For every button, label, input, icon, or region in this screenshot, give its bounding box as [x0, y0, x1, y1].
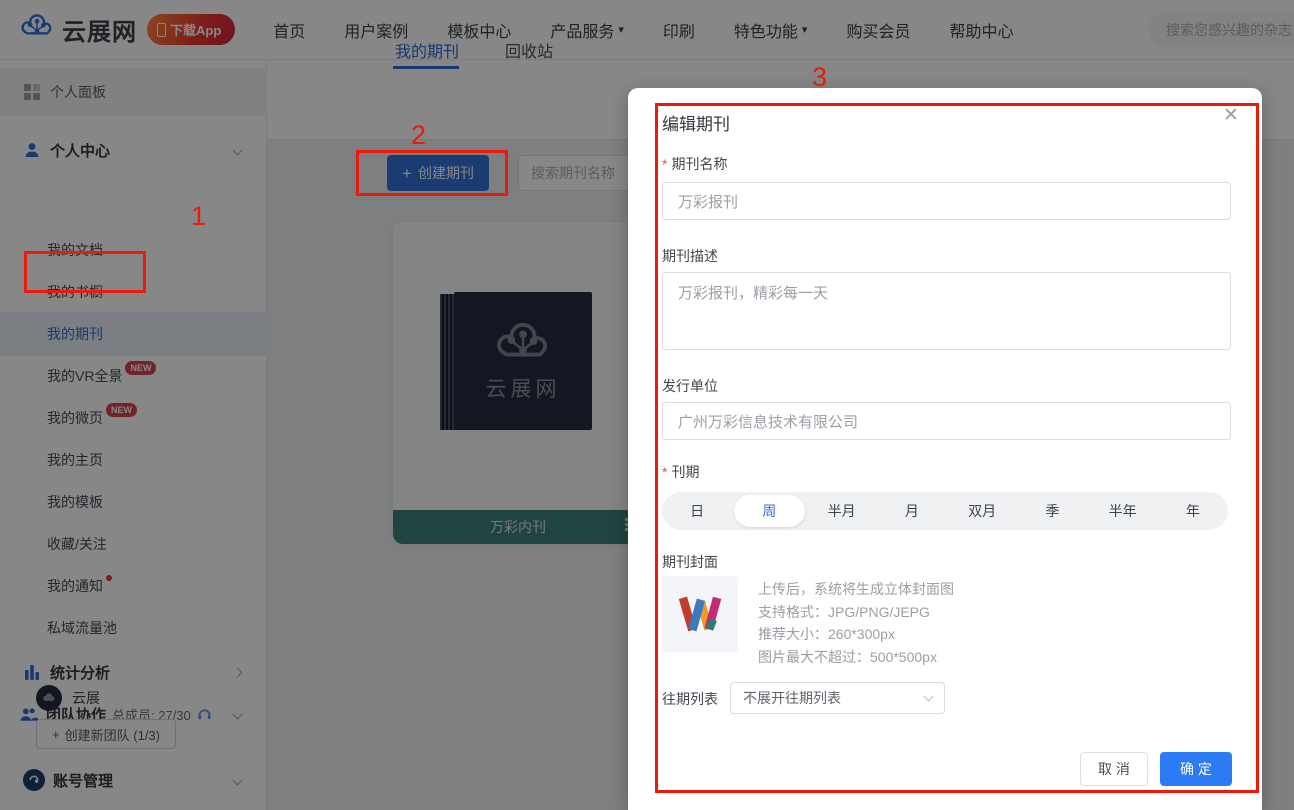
journal-name-label: *期刊名称: [662, 154, 727, 174]
period-option-halfmonth[interactable]: 半月: [807, 495, 877, 527]
cancel-button[interactable]: 取 消: [1080, 752, 1148, 786]
period-label: *刊期: [662, 462, 699, 482]
wancai-w-logo-icon: [677, 595, 723, 633]
journal-name-input[interactable]: [662, 182, 1231, 220]
journal-desc-label: 期刊描述: [662, 246, 718, 266]
cover-hint-line: 支持格式：JPG/PNG/JEPG: [758, 601, 954, 624]
publisher-label: 发行单位: [662, 376, 718, 396]
period-segmented-control: 日 周 半月 月 双月 季 半年 年: [662, 492, 1228, 530]
required-asterisk: *: [662, 464, 667, 480]
period-option-day[interactable]: 日: [662, 495, 732, 527]
period-option-week[interactable]: 周: [734, 495, 804, 527]
edit-journal-modal: 编辑期刊 ✕ *期刊名称 期刊描述 万彩报刊，精彩每一天 发行单位 *刊期 日 …: [628, 88, 1262, 810]
close-icon[interactable]: ✕: [1223, 106, 1239, 125]
journal-desc-textarea[interactable]: 万彩报刊，精彩每一天: [662, 272, 1231, 350]
period-option-bimonth[interactable]: 双月: [947, 495, 1017, 527]
period-option-halfyear[interactable]: 半年: [1088, 495, 1158, 527]
history-list-label: 往期列表: [662, 689, 718, 709]
period-option-quarter[interactable]: 季: [1017, 495, 1087, 527]
cover-hint-line: 推荐大小：260*300px: [758, 623, 954, 646]
publisher-input[interactable]: [662, 402, 1231, 440]
cover-upload-thumbnail[interactable]: [662, 576, 738, 652]
required-asterisk: *: [662, 156, 667, 172]
confirm-button[interactable]: 确 定: [1160, 752, 1232, 786]
period-option-year[interactable]: 年: [1158, 495, 1228, 527]
period-option-month[interactable]: 月: [877, 495, 947, 527]
history-list-select[interactable]: 不展开往期列表: [730, 682, 945, 714]
page: 云展网 下载App 首页 用户案例 模板中心 产品服务▾ 印刷 特色功能▾ 购买…: [0, 0, 1294, 810]
cover-hint-line: 上传后，系统将生成立体封面图: [758, 578, 954, 601]
cover-label: 期刊封面: [662, 552, 718, 572]
modal-title: 编辑期刊: [662, 110, 730, 135]
cover-hints: 上传后，系统将生成立体封面图 支持格式：JPG/PNG/JEPG 推荐大小：26…: [758, 578, 954, 668]
chevron-down-icon: [924, 691, 934, 701]
cover-hint-line: 图片最大不超过：500*500px: [758, 646, 954, 669]
